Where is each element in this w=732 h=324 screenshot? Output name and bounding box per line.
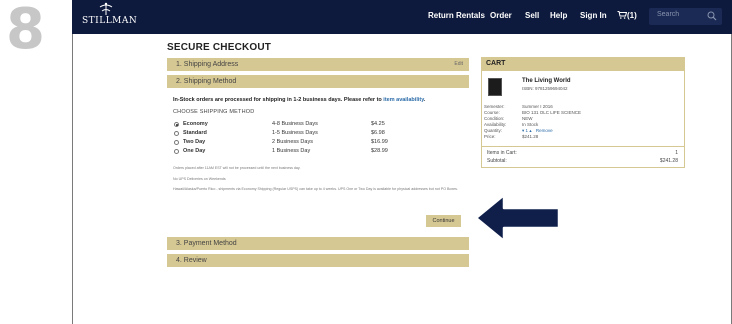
book-cover-thumbnail — [488, 78, 502, 96]
option-name: Economy — [183, 121, 208, 127]
search-icon[interactable] — [707, 11, 717, 21]
page-title: SECURE CHECKOUT — [167, 42, 272, 53]
cart-header: CART — [481, 57, 685, 70]
cart-divider — [482, 146, 684, 147]
search-input[interactable]: Search — [649, 8, 722, 25]
step-number: 8 — [6, 0, 45, 62]
step-shipping-method-label: 2. Shipping Method — [176, 78, 237, 85]
step-payment-method-label: 3. Payment Method — [176, 240, 237, 247]
book-title: The Living World — [522, 78, 571, 84]
radio-one-day[interactable] — [174, 149, 179, 154]
nav-return-rentals[interactable]: Return Rentals — [428, 11, 485, 20]
price-label: Price: — [484, 134, 496, 139]
weekend-note: No UPS Deliveries on Weekends — [173, 177, 226, 181]
remove-link[interactable]: Remove — [536, 128, 553, 133]
alaska-hawaii-note: Hawaii/Alaska/Puerto Rico - shipments vi… — [173, 187, 458, 191]
option-name: Standard — [183, 130, 207, 136]
top-navigation-bar: STILLMAN Return Rentals Order Sell Help … — [72, 0, 732, 34]
items-in-cart-label: Items in Cart: — [487, 150, 517, 156]
option-price: $4.25 — [371, 121, 385, 127]
option-name: Two Day — [183, 139, 206, 145]
cart-count: (1) — [627, 11, 637, 20]
shopping-cart-icon — [617, 11, 628, 19]
step-review: 4. Review — [167, 254, 469, 267]
option-price: $6.98 — [371, 130, 385, 136]
instock-end: . — [423, 97, 426, 103]
item-availability-link[interactable]: item availability — [383, 97, 424, 103]
option-name: One Day — [183, 148, 206, 154]
quantity-stepper[interactable]: ▾ 1 ▴ — [522, 128, 533, 133]
logo-text: STILLMAN — [82, 16, 138, 26]
nav-help[interactable]: Help — [550, 11, 567, 20]
stillman-logo[interactable]: STILLMAN — [82, 2, 138, 32]
step-review-label: 4. Review — [176, 257, 207, 264]
cutoff-note: Orders placed after 11AM EST will not be… — [173, 166, 301, 170]
nav-order[interactable]: Order — [490, 11, 512, 20]
step-shipping-address-label: 1. Shipping Address — [176, 61, 239, 68]
cart-panel: The Living World ISBN: 9781259694042 Sem… — [481, 70, 685, 168]
step-shipping-address[interactable]: 1. Shipping Address Edit — [167, 58, 469, 71]
search-placeholder: Search — [657, 11, 680, 18]
option-days: 4-8 Business Days — [272, 121, 318, 127]
radio-standard[interactable] — [174, 131, 179, 136]
instock-notice: In-Stock orders are processed for shippi… — [173, 97, 425, 103]
edit-link[interactable]: Edit — [454, 58, 463, 71]
price-value: $241.28 — [522, 134, 539, 139]
step-payment-method: 3. Payment Method — [167, 237, 469, 250]
cart-field-values: Summer I 2016 BIO 131 OLC LIFE SCIENCE N… — [522, 104, 581, 140]
option-price: $28.99 — [371, 148, 388, 154]
subtotal-label: Subtotal: — [487, 158, 507, 164]
instock-text: In-Stock orders are processed for shippi… — [173, 97, 382, 103]
items-in-cart-value: 1 — [675, 150, 678, 156]
quantity-up-icon[interactable]: ▴ — [529, 128, 531, 133]
logo-mark-icon — [99, 2, 113, 15]
cart-link[interactable]: (1) — [617, 11, 637, 20]
continue-button[interactable]: Continue — [426, 215, 461, 227]
choose-shipping-label: CHOOSE SHIPPING METHOD — [173, 109, 255, 115]
step-shipping-method: 2. Shipping Method — [167, 75, 469, 88]
quantity-value: 1 — [525, 128, 529, 133]
nav-sign-in[interactable]: Sign In — [580, 11, 607, 20]
callout-arrow-icon — [474, 193, 561, 243]
radio-two-day[interactable] — [174, 140, 179, 145]
quantity-down-icon[interactable]: ▾ — [522, 128, 524, 133]
subtotal-value: $241.28 — [659, 158, 678, 164]
option-days: 1-5 Business Days — [272, 130, 318, 136]
option-days: 2 Business Days — [272, 139, 313, 145]
nav-sell[interactable]: Sell — [525, 11, 539, 20]
option-price: $16.99 — [371, 139, 388, 145]
option-days: 1 Business Day — [272, 148, 311, 154]
radio-economy[interactable] — [174, 122, 179, 127]
cart-field-labels: Semester: Course: Condition: Availabilit… — [484, 104, 506, 140]
book-isbn: ISBN: 9781259694042 — [522, 86, 568, 91]
